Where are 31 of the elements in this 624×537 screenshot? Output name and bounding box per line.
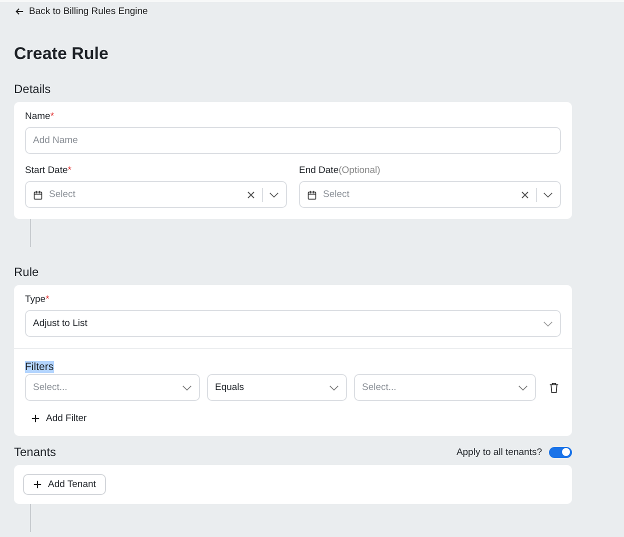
delete-icon[interactable] <box>549 382 559 394</box>
chevron-down-icon <box>329 382 339 392</box>
add-filter-button[interactable]: Add Filter <box>31 413 87 424</box>
field-label: Start Date* <box>25 165 72 176</box>
toggle-switch[interactable] <box>549 446 572 458</box>
page-title: Create Rule <box>14 44 110 64</box>
clear-icon[interactable] <box>520 190 530 200</box>
add-tenant-button[interactable]: Add Tenant <box>23 474 106 495</box>
back-link[interactable]: Back to Billing Rules Engine <box>15 6 572 17</box>
filter-select[interactable]: Equals <box>207 374 347 401</box>
chevron-down-icon[interactable] <box>543 190 553 200</box>
section-heading: Rule <box>14 265 40 279</box>
plus-icon <box>31 414 40 423</box>
arrow-left-icon <box>15 7 24 16</box>
filters-label: Filters <box>25 361 54 373</box>
field-label: Type* <box>25 294 50 305</box>
clear-icon[interactable] <box>246 190 256 200</box>
chevron-down-icon <box>182 382 192 392</box>
calendar-icon <box>33 190 43 200</box>
field-label: Name* <box>25 111 56 122</box>
field-label: End Date(Optional) <box>299 165 382 176</box>
section-heading: Tenants <box>14 445 58 459</box>
chevron-down-icon <box>543 318 553 328</box>
plus-icon <box>33 480 42 489</box>
toggle-label: Apply to all tenants? <box>456 446 542 458</box>
section-heading: Details <box>14 82 52 96</box>
name-input[interactable]: Add Name <box>25 127 561 154</box>
chevron-down-icon[interactable] <box>269 190 279 200</box>
type-select[interactable]: Adjust to List <box>25 310 561 337</box>
chevron-down-icon <box>518 382 528 392</box>
calendar-icon <box>307 190 317 200</box>
